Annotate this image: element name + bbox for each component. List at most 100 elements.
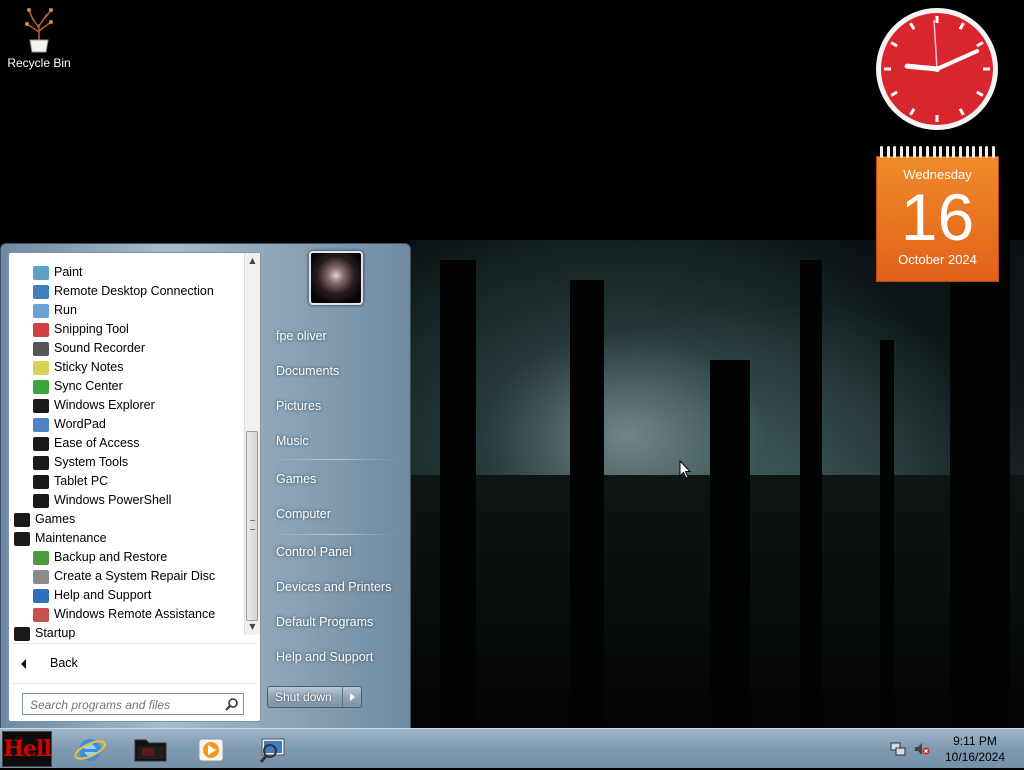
start-menu-link[interactable]: Control Panel xyxy=(269,536,404,568)
program-item[interactable]: Remote Desktop Connection xyxy=(33,282,214,301)
programs-scrollbar[interactable]: ▲ ▼ xyxy=(244,253,260,635)
program-item-label: Help and Support xyxy=(54,588,152,602)
start-menu-link[interactable]: Help and Support xyxy=(269,641,404,673)
taskbar-windows-explorer[interactable] xyxy=(124,731,178,767)
program-item-label: Paint xyxy=(54,265,83,279)
shutdown-options-arrow-icon[interactable] xyxy=(342,687,363,707)
start-menu: Paint Remote Desktop Connection Run Snippin… xyxy=(0,243,411,729)
program-item[interactable]: WordPad xyxy=(33,415,106,434)
scrollbar-thumb[interactable] xyxy=(246,431,258,621)
calendar-gadget[interactable]: Wednesday 16 October 2024 xyxy=(876,146,999,282)
divider xyxy=(269,459,399,460)
taskbar-internet-explorer[interactable] xyxy=(62,731,116,767)
program-item[interactable]: Run xyxy=(33,301,77,320)
program-item[interactable]: Backup and Restore xyxy=(33,548,167,567)
help-icon xyxy=(33,588,49,603)
recycle-bin-icon xyxy=(19,6,59,54)
wallpaper-tree xyxy=(880,340,894,728)
wallpaper-tree xyxy=(440,260,476,728)
wallpaper-tree xyxy=(570,280,604,728)
clock-face xyxy=(876,8,998,130)
start-menu-link[interactable]: Music xyxy=(269,425,404,457)
back-arrow-icon xyxy=(21,659,26,669)
scissors-icon xyxy=(33,322,49,337)
start-menu-link[interactable]: Games xyxy=(269,463,404,495)
folder-icon xyxy=(33,455,49,470)
program-item-label: Run xyxy=(54,303,77,317)
internet-explorer-icon xyxy=(74,739,106,761)
search-input[interactable] xyxy=(28,695,222,715)
folder-icon xyxy=(33,398,49,413)
taskbar-media-player[interactable] xyxy=(184,731,238,767)
shutdown-label: Shut down xyxy=(275,690,332,704)
network-icon[interactable] xyxy=(890,741,906,757)
program-item[interactable]: Windows PowerShell xyxy=(33,491,171,510)
start-menu-link[interactable]: fpe oliver xyxy=(269,320,404,352)
program-item-label: Sticky Notes xyxy=(54,360,124,374)
clock-gadget[interactable] xyxy=(874,6,1000,132)
start-menu-link[interactable]: Devices and Printers xyxy=(269,571,404,603)
recycle-bin-label: Recycle Bin xyxy=(7,56,71,70)
program-item[interactable]: Sync Center xyxy=(33,377,123,396)
start-menu-link[interactable]: Default Programs xyxy=(269,606,404,638)
paint-icon xyxy=(33,265,49,280)
shutdown-button[interactable]: Shut down xyxy=(267,686,362,708)
folder-icon xyxy=(33,436,49,451)
program-item-label: Create a System Repair Disc xyxy=(54,569,216,583)
calendar-day-number: 16 xyxy=(900,180,975,254)
taskbar-time: 9:11 PM xyxy=(953,734,997,748)
program-item[interactable]: Windows Remote Assistance xyxy=(33,605,215,624)
backup-icon xyxy=(33,550,49,565)
calendar-month-year: October 2024 xyxy=(898,252,977,267)
program-item-label: Backup and Restore xyxy=(54,550,168,564)
start-menu-link[interactable]: Documents xyxy=(269,355,404,387)
program-item[interactable]: Tablet PC xyxy=(33,472,108,491)
program-item[interactable]: Sound Recorder xyxy=(33,339,145,358)
desktop-wallpaper xyxy=(410,240,1024,728)
program-item-label: Startup xyxy=(35,626,76,640)
start-menu-left-pane: Paint Remote Desktop Connection Run Snippin… xyxy=(8,252,261,722)
start-button[interactable]: Hell xyxy=(2,731,52,767)
program-item[interactable]: Windows Explorer xyxy=(33,396,155,415)
search-icon[interactable] xyxy=(225,697,239,711)
program-item-label: Sync Center xyxy=(54,379,123,393)
volume-muted-icon[interactable] xyxy=(914,741,930,757)
program-item[interactable]: Games xyxy=(14,510,75,529)
remote-assistance-icon xyxy=(33,607,49,622)
program-item-label: Games xyxy=(35,512,76,526)
calendar-rings xyxy=(880,146,995,160)
wallpaper-tree xyxy=(800,260,822,728)
all-programs-list: Paint Remote Desktop Connection Run Snippin… xyxy=(9,253,245,643)
program-item[interactable]: Create a System Repair Disc xyxy=(33,567,215,586)
scroll-up-arrow-icon[interactable]: ▲ xyxy=(245,253,260,269)
folder-icon xyxy=(14,531,30,546)
start-menu-link[interactable]: Pictures xyxy=(269,390,404,422)
wordpad-icon xyxy=(33,417,49,432)
start-menu-link[interactable]: Computer xyxy=(269,498,404,530)
taskbar-date: 10/16/2024 xyxy=(944,750,1006,764)
program-item[interactable]: Ease of Access xyxy=(33,434,139,453)
program-item-label: Ease of Access xyxy=(54,436,140,450)
program-item[interactable]: Help and Support xyxy=(33,586,151,605)
user-avatar[interactable] xyxy=(309,251,363,305)
back-label: Back xyxy=(50,656,78,670)
program-item[interactable]: Startup xyxy=(14,624,75,643)
program-item[interactable]: Maintenance xyxy=(14,529,107,548)
folder-icon xyxy=(14,512,30,527)
program-item[interactable]: Paint xyxy=(33,263,83,282)
taskbar: Hell 9:11 PM 10/16/2024 xyxy=(0,728,1024,768)
taskbar-search-computer[interactable] xyxy=(246,731,300,767)
program-item-label: Sound Recorder xyxy=(54,341,146,355)
clock-hour-hand xyxy=(904,63,940,72)
back-button[interactable]: Back xyxy=(9,651,259,675)
recycle-bin-desktop-icon[interactable]: Recycle Bin xyxy=(6,6,72,70)
divider xyxy=(13,683,257,684)
search-box[interactable] xyxy=(22,693,244,715)
program-item-label: Windows Remote Assistance xyxy=(54,607,216,621)
program-item[interactable]: Snipping Tool xyxy=(33,320,129,339)
taskbar-clock[interactable]: 9:11 PM 10/16/2024 xyxy=(940,733,1010,765)
scroll-down-arrow-icon[interactable]: ▼ xyxy=(245,619,260,635)
program-item[interactable]: System Tools xyxy=(33,453,128,472)
program-item[interactable]: Sticky Notes xyxy=(33,358,123,377)
media-player-icon xyxy=(198,738,224,762)
